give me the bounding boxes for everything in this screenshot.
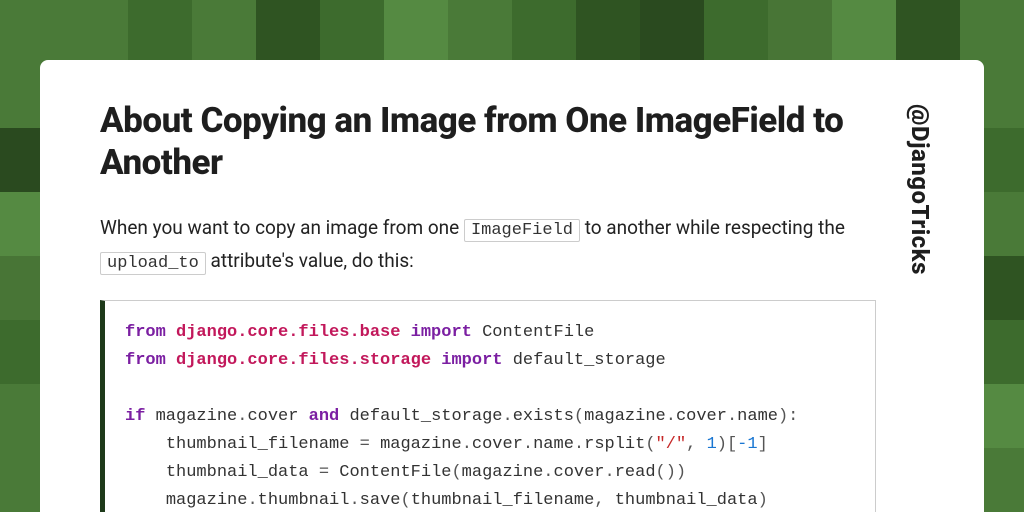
code-name: rsplit [584,435,645,454]
code-name: cover [554,463,605,482]
code-punct: ( [645,435,655,454]
code-number: -1 [737,435,757,454]
code-punct: . [523,435,533,454]
code-name: cover [247,407,298,426]
code-name: exists [513,407,574,426]
code-name: ContentFile [482,323,594,342]
code-indent [125,463,166,482]
article-content: About Copying an Image from One ImageFie… [100,100,876,482]
code-punct: . [462,435,472,454]
code-punct: . [727,407,737,426]
code-string: "/" [656,435,687,454]
code-module: django.core.files.base [176,323,400,342]
code-module: django.core.files.storage [176,351,431,370]
code-name: magazine [380,435,462,454]
inline-code-uploadto: upload_to [100,252,206,275]
code-name: read [615,463,656,482]
code-punct: ( [451,463,461,482]
code-name: thumbnail_filename [411,491,595,510]
code-punct: . [247,491,257,510]
code-kw: from [125,323,166,342]
code-name: cover [676,407,727,426]
code-punct: ] [758,435,768,454]
article-card: About Copying an Image from One ImageFie… [40,60,984,512]
intro-text-3: attribute's value, do this: [206,249,414,272]
code-name: thumbnail [258,491,350,510]
code-name: name [533,435,574,454]
code-punct: ( [400,491,410,510]
intro-text-1: When you want to copy an image from one [100,216,464,239]
code-kw: from [125,351,166,370]
code-name: magazine [584,407,666,426]
code-punct: ): [778,407,798,426]
code-punct: , [686,435,706,454]
code-name: ContentFile [339,463,451,482]
code-name: thumbnail_data [615,491,758,510]
code-punct: . [543,463,553,482]
code-punct: , [594,491,614,510]
code-punct: ()) [656,463,687,482]
code-name: cover [472,435,523,454]
intro-text-2: to another while respecting the [580,216,845,239]
code-name: thumbnail_data [166,463,309,482]
article-title: About Copying an Image from One ImageFie… [100,100,876,184]
code-punct: = [349,435,380,454]
code-name: magazine [166,491,248,510]
code-punct: )[ [717,435,737,454]
code-indent [125,435,166,454]
code-kw: and [309,407,340,426]
code-name: magazine [462,463,544,482]
code-punct: ( [574,407,584,426]
code-name: save [360,491,401,510]
code-punct: . [666,407,676,426]
code-punct: = [309,463,340,482]
code-name: default_storage [349,407,502,426]
code-punct: . [237,407,247,426]
code-kw: if [125,407,145,426]
article-intro: When you want to copy an image from one … [100,212,876,278]
code-punct: . [605,463,615,482]
code-number: 1 [707,435,717,454]
code-indent [125,491,166,510]
code-punct: . [574,435,584,454]
code-name: magazine [156,407,238,426]
code-punct: . [503,407,513,426]
code-name: thumbnail_filename [166,435,350,454]
code-block: from django.core.files.base import Conte… [100,300,876,512]
code-name: default_storage [513,351,666,370]
code-kw: import [441,351,502,370]
twitter-handle: @DjangoTricks [906,100,934,482]
code-name: name [737,407,778,426]
code-kw: import [411,323,472,342]
inline-code-imagefield: ImageField [464,219,580,242]
code-punct: ) [758,491,768,510]
code-punct: . [349,491,359,510]
